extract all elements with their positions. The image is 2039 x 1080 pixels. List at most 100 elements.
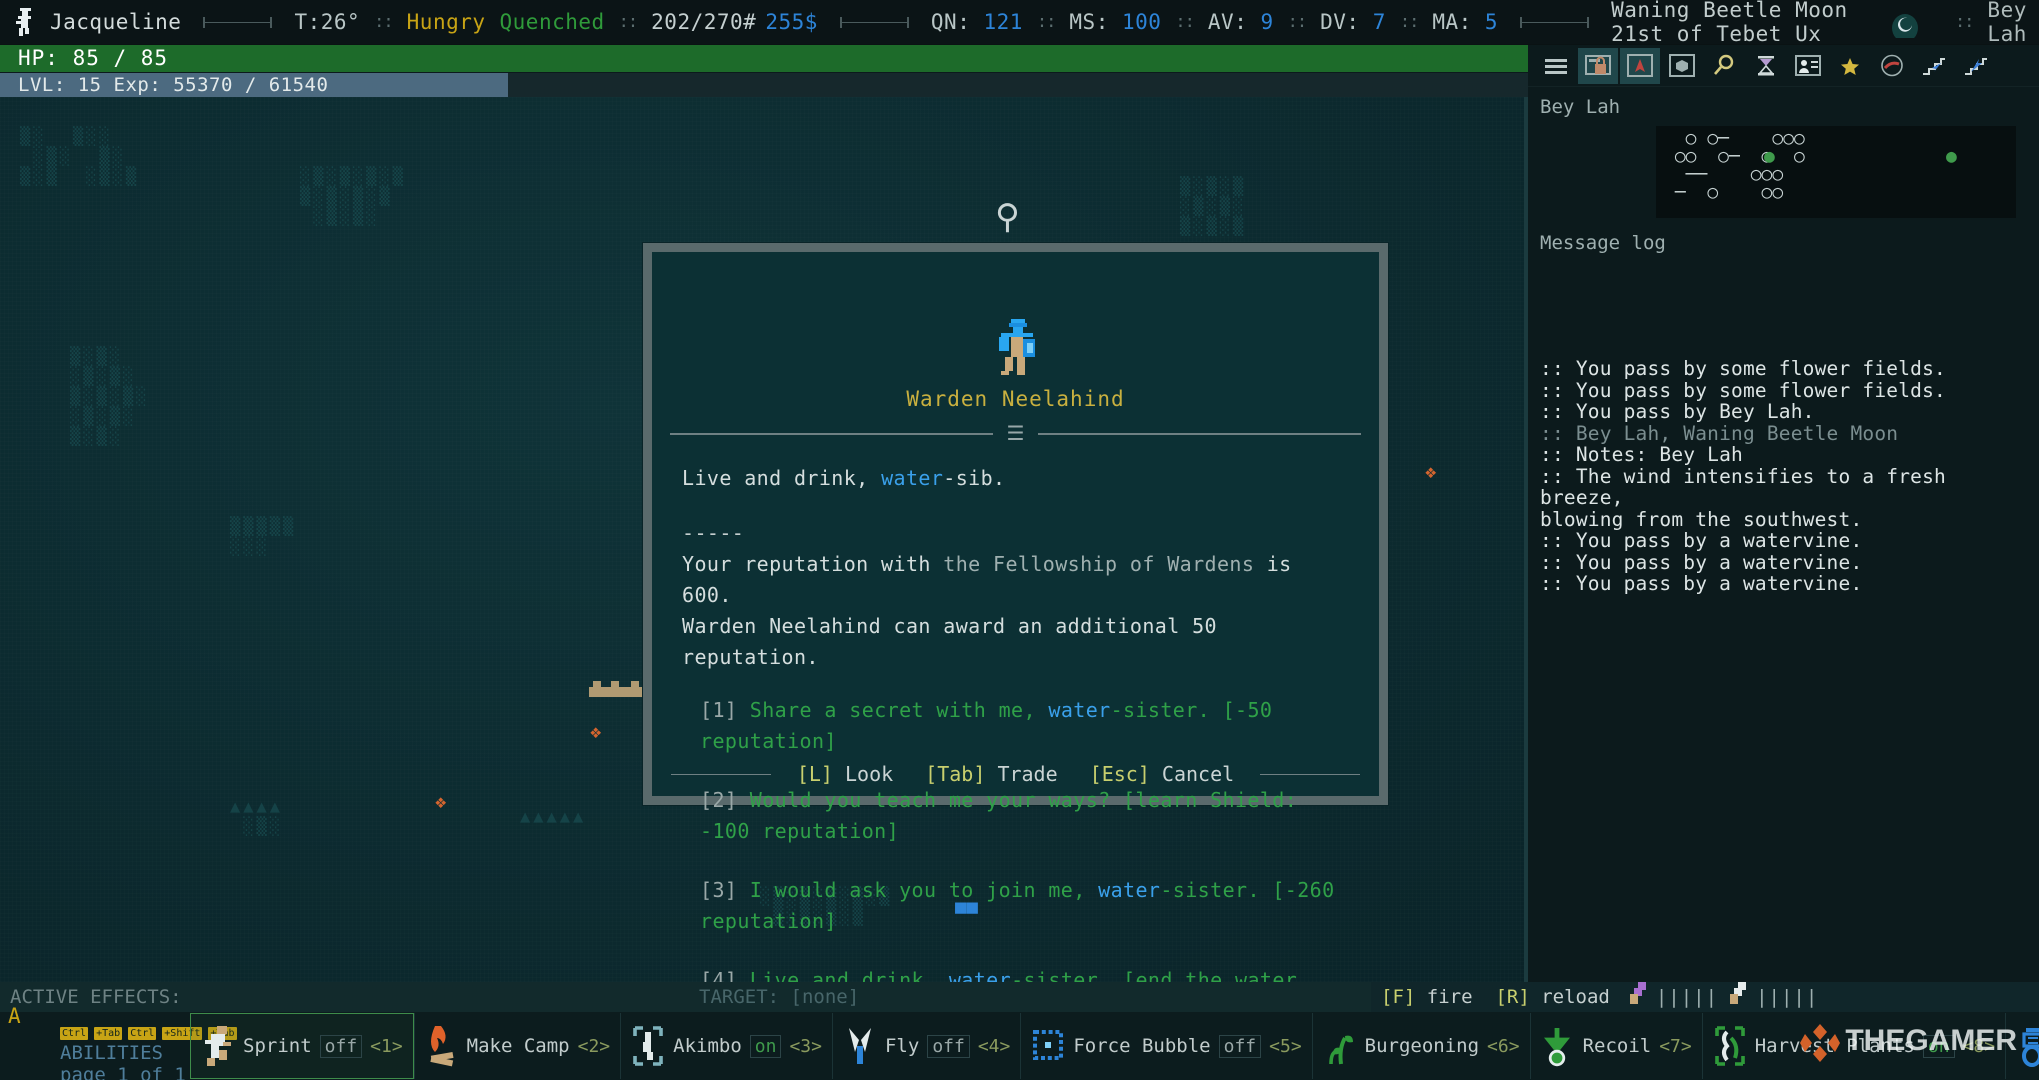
dialog-footer: [L] Look [Tab] Trade [Esc] Cancel (652, 752, 1379, 796)
minimap-glyphs: ○ ○─ ○○○ ○○ ○─ ○ ○ ── ○○○ ─ ○ ○○ (1674, 128, 1805, 203)
recoil-icon (1541, 1024, 1575, 1068)
compass-icon[interactable] (1620, 47, 1660, 84)
trade-button[interactable]: [Tab] Trade (925, 762, 1057, 786)
ability-slot-fly[interactable]: Fly off <4> (831, 1013, 1020, 1079)
ability-state[interactable]: off (927, 1034, 970, 1058)
dialog-option-3[interactable]: [3] I would ask you to join me, water-si… (682, 875, 1349, 937)
ability-slot-sprint[interactable]: Sprint off <1> (190, 1013, 414, 1079)
stairs-down-icon[interactable] (1914, 48, 1954, 84)
ability-slot-recoil[interactable]: Recoil <7> (1529, 1013, 1702, 1079)
look-button[interactable]: [L] Look (797, 762, 893, 786)
movespeed-label: MS: (1069, 10, 1122, 34)
akimbo-icon (631, 1024, 665, 1068)
footer-rule-right (1260, 773, 1361, 775)
waning-moon-icon (1885, 6, 1925, 42)
ability-label: Make Camp (466, 1035, 570, 1057)
ma-label: MA: (1432, 10, 1485, 34)
ability-label: Recoil (1582, 1035, 1652, 1057)
dialog-options-list: [1] Share a secret with me, water-sister… (682, 695, 1349, 1027)
log-line: :: You pass by a watervine. (1540, 572, 1863, 595)
hp-bar-label: HP: 85 / 85 (18, 46, 169, 70)
log-line: :: Bey Lah, Waning Beetle Moon (1540, 421, 1899, 445)
ability-state[interactable]: off (319, 1034, 363, 1058)
game-screen: Jacqueline T:26° :: Hungry Quenched :: 2… (0, 0, 2039, 1080)
option-3-index: [3] (700, 878, 738, 902)
message-log[interactable]: :: You pass by some flower fields. :: Yo… (1528, 258, 2039, 595)
ability-key: <4> (977, 1035, 1011, 1057)
item-tile-4[interactable] (1475, 537, 1524, 601)
av-label: AV: (1207, 10, 1261, 34)
weapon-2-ammo: ||||| (1756, 986, 1819, 1008)
fire-key: [F] (1381, 986, 1416, 1008)
ruin-cluster-6: ▲▲▲▲▲ (520, 807, 587, 827)
stairs-up-icon[interactable] (1956, 48, 1996, 84)
log-line: :: You pass by a watervine. (1540, 550, 1863, 574)
dialog-body: Live and drink, water-sib. ----- Your re… (652, 449, 1379, 1027)
ability-key: <3> (789, 1035, 822, 1057)
log-line: :: Notes: Bey Lah (1540, 443, 1743, 466)
cancel-key: [Esc] (1089, 762, 1150, 786)
ability-label: Akimbo (673, 1035, 742, 1057)
trade-label: Trade (997, 762, 1058, 786)
star-icon[interactable] (1830, 48, 1870, 84)
money-readout: 255$ (765, 10, 818, 34)
quickness-value: 121 (983, 10, 1023, 34)
chronology-icon[interactable] (1872, 48, 1912, 84)
burgeoning-icon (1323, 1024, 1357, 1068)
ability-slot-make-camp[interactable]: Make Camp <2> (413, 1013, 620, 1079)
fire-label[interactable]: fire (1427, 982, 1473, 1012)
ability-key: <2> (577, 1035, 611, 1057)
character-sheet-icon[interactable] (1788, 48, 1828, 84)
ability-slot-burgeoning[interactable]: Burgeoning <6> (1311, 1013, 1530, 1079)
pistol-icon (1724, 980, 1750, 1015)
search-icon[interactable] (1704, 48, 1744, 84)
active-effects-label: ACTIVE EFFECTS: (10, 986, 182, 1008)
ability-state[interactable]: on (749, 1034, 782, 1058)
movespeed-value: 100 (1121, 10, 1162, 34)
thirst-status: Quenched (499, 10, 605, 34)
dialog-rule: ----- (682, 521, 745, 545)
ability-slot-akimbo[interactable]: Akimbo on <3> (620, 1013, 832, 1079)
sep-dots-2: :: (618, 12, 639, 32)
ruin-cluster-5: ▲▲▲▲ ░▒░ (230, 797, 283, 837)
calendar-date: Waning Beetle Moon 21st of Tebet Ux (1611, 0, 1848, 46)
fly-icon (843, 1024, 877, 1068)
creature-sprite-3[interactable]: ❖ (1425, 462, 1436, 482)
cancel-button[interactable]: [Esc] Cancel (1090, 762, 1235, 786)
dialog-option-1[interactable]: [1] Share a secret with me, water-sister… (682, 695, 1349, 757)
log-line: :: You pass by Bey Lah. (1540, 400, 1815, 423)
player-sprite-icon (12, 5, 38, 39)
warden-npc-sprite-icon (989, 317, 1043, 379)
tree-sprite-icon: ⚲ (995, 197, 1020, 237)
log-line: :: The wind intensifies to a fresh breez… (1540, 464, 1958, 509)
creature-sprite-2[interactable]: ❖ (435, 792, 446, 812)
option-3-text-b: -sister. (1160, 878, 1273, 902)
campfire-icon (425, 1024, 459, 1068)
message-log-title: Message log (1540, 232, 1666, 254)
rep1-a: Your reputation with (682, 552, 944, 576)
sep-dots-1: :: (374, 12, 394, 32)
dv-label: DV: (1320, 10, 1373, 34)
creature-sprite-1[interactable]: ❖ (590, 722, 601, 742)
reload-label[interactable]: reload (1541, 982, 1610, 1012)
player-name: Jacqueline (50, 10, 182, 34)
pistol-icon (1624, 980, 1650, 1015)
reputation-line-2: Warden Neelahind can award an additional… (682, 611, 1349, 673)
thegamer-logo-icon (1799, 1022, 1841, 1064)
minimap[interactable]: ○ ○─ ○○○ ○○ ○─ ○ ○ ── ○○○ ─ ○ ○○ ● ● (1656, 126, 2016, 218)
footer-rule-left (670, 773, 771, 775)
weapon-1-ammo: ||||| (1655, 986, 1719, 1008)
thegamer-watermark: THEGAMER (1845, 1024, 2017, 1057)
temperature-readout: T:26° (294, 10, 361, 34)
hourglass-icon[interactable] (1746, 48, 1786, 84)
ability-slot-force-bubble[interactable]: Force Bubble off <5> (1020, 1013, 1311, 1079)
cube-icon[interactable] (1662, 48, 1702, 84)
lock-window-icon[interactable] (1578, 47, 1618, 84)
rep2-a: Warden Neelahind can award an additional (682, 614, 1193, 638)
menu-icon[interactable] (1536, 48, 1576, 84)
ability-state[interactable]: off (1218, 1034, 1262, 1058)
rep1-c: . (719, 583, 732, 607)
quickness-label: QN: (930, 10, 984, 34)
target-bar: TARGET: [none] (683, 982, 1373, 1012)
ability-key: <6> (1487, 1035, 1520, 1057)
